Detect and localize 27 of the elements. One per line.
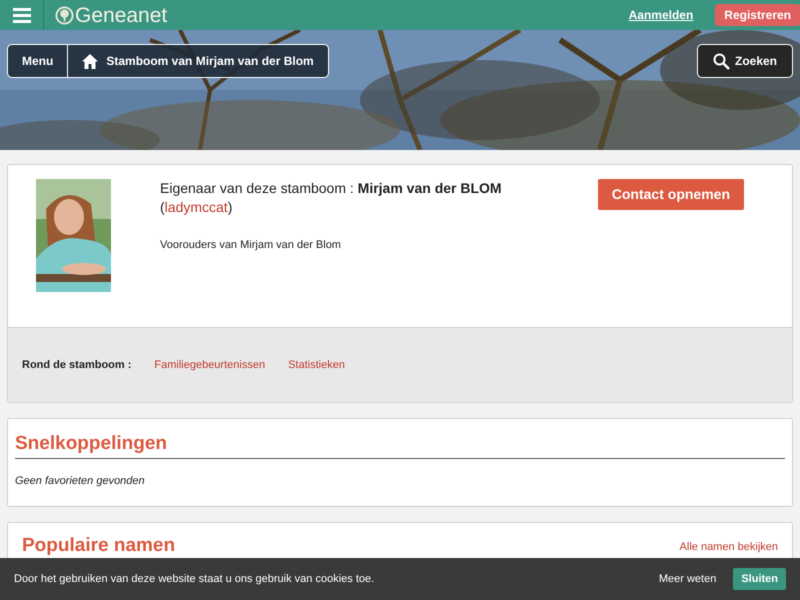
breadcrumb-link[interactable]: Stamboom van Mirjam van der Blom [68, 45, 328, 77]
menu-button[interactable]: Menu [8, 45, 68, 77]
username-link[interactable]: ladymccat [164, 199, 228, 215]
logo[interactable]: Geneanet [55, 4, 168, 26]
around-label: Rond de stamboom : [22, 358, 132, 373]
home-icon [82, 54, 98, 68]
login-link[interactable]: Aanmelden [628, 6, 694, 24]
tree-description: Voorouders van Mirjam van der Blom [160, 238, 342, 253]
register-button[interactable]: Registreren [715, 4, 800, 26]
all-names-link[interactable]: Alle namen bekijken [680, 538, 778, 555]
more-info-link[interactable]: Meer weten [658, 570, 716, 588]
search-button[interactable]: Zoeken [696, 44, 793, 78]
section-title: Populaire namen [22, 534, 176, 558]
search-icon [712, 52, 730, 70]
section-title: Snelkoppelingen [15, 432, 785, 459]
around-link[interactable]: Familiegebeurtenissen [154, 356, 266, 374]
parenthesis: ( [160, 199, 165, 215]
empty-message: Geen favorieten gevonden [15, 474, 146, 489]
menu-icon[interactable] [12, 8, 30, 22]
cookie-message: Door het gebruiken van deze website staat u ons gebruik van cookies toe. [14, 572, 376, 587]
contact-button[interactable]: Contact opnemen [598, 179, 744, 210]
owner-label: Eigenaar van deze stamboom : Mirjam van der BLOM [160, 180, 502, 196]
logo-text[interactable]: Geneanet [75, 4, 168, 26]
parenthesis: ) [228, 199, 232, 215]
tree-icon [55, 6, 74, 24]
close-button[interactable]: Sluiten [733, 568, 786, 590]
around-link[interactable]: Statistieken [288, 356, 345, 374]
